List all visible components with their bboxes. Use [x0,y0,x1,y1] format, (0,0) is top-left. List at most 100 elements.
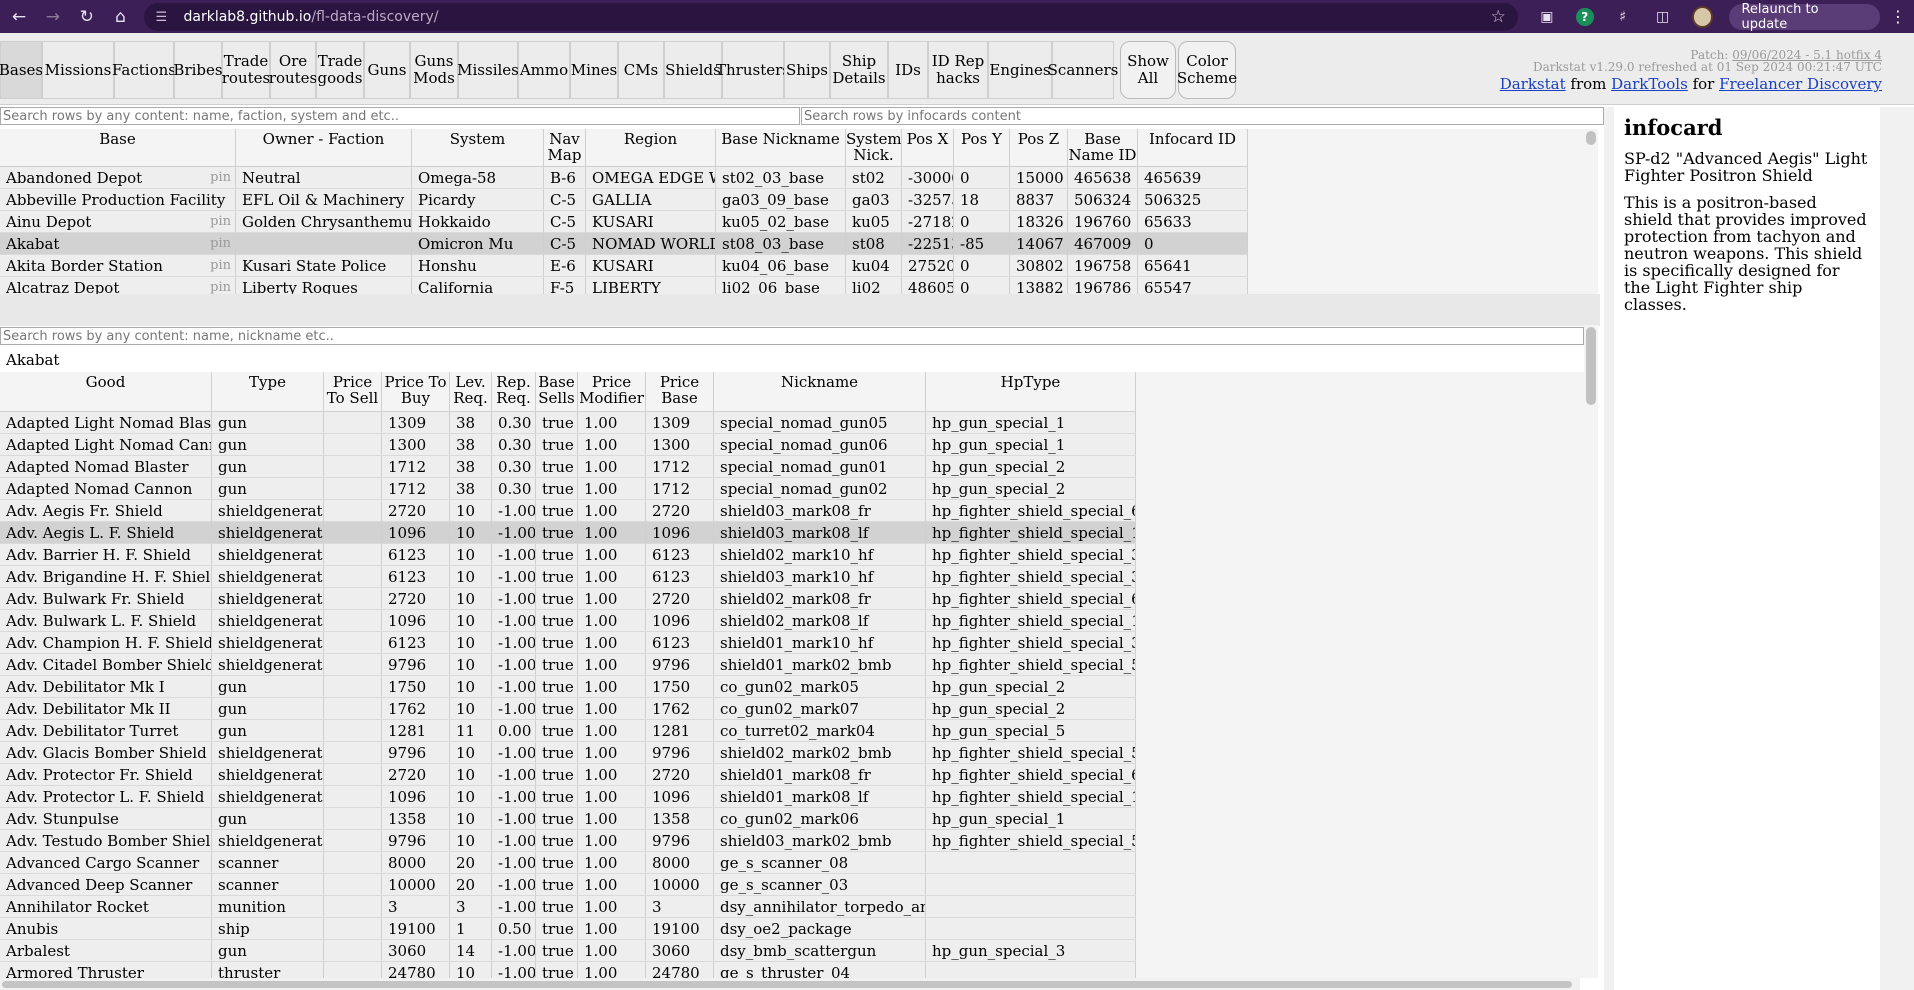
profile-avatar[interactable] [1691,5,1714,28]
tab-ammo[interactable]: Ammo [518,41,570,99]
pin-button[interactable]: pin [210,255,235,276]
table-row[interactable]: Abbeville Production Facilitypin EFL Oil … [0,189,1248,211]
tab-thrusters[interactable]: Thrusters [716,41,790,99]
tab-shields[interactable]: Shields [664,41,722,99]
table-row[interactable]: Adapted Light Nomad Blaster gun 1309 38 0.30… [0,412,1136,434]
column-header[interactable]: Price Modifier [578,372,646,411]
table-row[interactable]: Arbalest gun 3060 14 -1.00 true 1.00 3060 dsy_bm… [0,940,1136,962]
table-row[interactable]: Advanced Cargo Scanner scanner 8000 20 -1.00… [0,852,1136,874]
pin-button[interactable]: pin [210,277,235,294]
tab-trade-routes[interactable]: Trade routes [222,41,270,99]
back-icon[interactable]: ← [4,2,34,32]
table-row[interactable]: Adv. Brigandine H. F. Shield shieldgenera… [0,566,1136,588]
bases-scrollbar[interactable] [1584,129,1598,294]
table-row[interactable]: Adv. Testudo Bomber Shield shieldgenerato… [0,830,1136,852]
table-row[interactable]: Adv. Champion H. F. Shield shieldgenerato… [0,632,1136,654]
column-header[interactable]: Price Base [646,372,714,411]
help-extension-icon[interactable]: ? [1575,7,1594,26]
pin-button[interactable]: pin [210,167,235,188]
darkstat-link[interactable]: Darkstat [1500,75,1566,93]
tab-mines[interactable]: Mines [570,41,618,99]
cast-icon[interactable]: ▣ [1536,6,1558,28]
table-row[interactable]: Abandoned Depot pin Neutral Omega-58 B-6 OMEG… [0,167,1248,189]
address-bar[interactable]: ☰ darklab8.github.io/fl-data-discovery/ … [143,2,1518,31]
bases-search-input[interactable]: Search rows by any content: name, factio… [0,107,800,125]
freelancer-discovery-link[interactable]: Freelancer Discovery [1719,75,1882,93]
pin-button[interactable]: pin [210,233,235,254]
table-row[interactable]: Adv. Bulwark L. F. Shield shieldgenerator… [0,610,1136,632]
panel-splitter[interactable] [0,294,1600,326]
column-header[interactable]: Pos Y [954,129,1010,166]
column-header[interactable]: Pos Z [1010,129,1068,166]
table-row[interactable]: Adapted Nomad Cannon gun 1712 38 0.30 true 1.0… [0,478,1136,500]
market-scrollbar[interactable] [1584,325,1598,978]
tab-ids[interactable]: IDs [888,41,928,99]
infocard-search-input[interactable]: Search rows by infocards content [801,107,1604,125]
market-search-input[interactable]: Search rows by any content: name, nickna… [0,327,1584,345]
color-scheme-button[interactable]: Color Scheme [1177,41,1237,99]
tab-scanners[interactable]: Scanners [1048,41,1118,99]
column-header[interactable]: Price To Sell [324,372,382,411]
tab-bribes[interactable]: Bribes [173,41,223,99]
column-header[interactable]: HpType [926,372,1136,411]
table-row[interactable]: Ainu Depot pin Golden Chrysanthemums Hokkai… [0,211,1248,233]
column-header[interactable]: Base Nickname [716,129,846,166]
tab-ship-details[interactable]: Ship Details [830,41,888,99]
table-row[interactable]: Adv. Glacis Bomber Shield shieldgenerator… [0,742,1136,764]
tab-missions[interactable]: Missions [42,41,114,99]
tab-engines[interactable]: Engines [988,41,1052,99]
table-row[interactable]: Adv. Aegis L. F. Shield shieldgenerator 10… [0,522,1136,544]
table-row[interactable]: Adv. Debilitator Turret gun 1281 11 0.00 true… [0,720,1136,742]
tab-ore-routes[interactable]: Ore routes [269,41,317,99]
table-row[interactable]: Adv. Protector Fr. Shield shieldgenerator… [0,764,1136,786]
menu-kebab-icon[interactable]: ⋮ [1890,7,1906,26]
column-header[interactable]: Base [0,129,236,166]
bases-scroll-thumb[interactable] [1586,131,1596,145]
market-scroll-thumb[interactable] [1586,327,1596,405]
table-row[interactable]: Adv. Citadel Bomber Shield shieldgenerato… [0,654,1136,676]
table-row[interactable]: Adv. Bulwark Fr. Shield shieldgenerator 27… [0,588,1136,610]
column-header[interactable]: Pos X [902,129,954,166]
column-header[interactable]: Type [212,372,324,411]
column-header[interactable]: System [412,129,544,166]
table-row[interactable]: Adv. Debilitator Mk I gun 1750 10 -1.00 true 1… [0,676,1136,698]
table-row[interactable]: Anubis ship 19100 1 0.50 true 1.00 19100 dsy_oe2… [0,918,1136,940]
tab-factions[interactable]: Factions [112,41,176,99]
column-header[interactable]: Base Sells [536,372,578,411]
table-row[interactable]: Adv. Debilitator Mk II gun 1762 10 -1.00 true… [0,698,1136,720]
tab-bases[interactable]: Bases [0,41,43,99]
table-row[interactable]: Adv. Aegis Fr. Shield shieldgenerator 2720… [0,500,1136,522]
column-header[interactable]: Nav Map [544,129,586,166]
darktools-link[interactable]: DarkTools [1611,75,1688,93]
table-row[interactable]: Advanced Deep Scanner scanner 10000 20 -1.00… [0,874,1136,896]
home-icon[interactable]: ⌂ [106,2,136,32]
table-row[interactable]: Adv. Stunpulse gun 1358 10 -1.00 true 1.00 1358… [0,808,1136,830]
tab-trade-goods[interactable]: Trade goods [316,41,364,99]
table-row[interactable]: Akabat pin Omicron Mu C-5 NOMAD WORLDS st08_0… [0,233,1248,255]
table-row[interactable]: Adapted Nomad Blaster gun 1712 38 0.30 true 1.… [0,456,1136,478]
column-header[interactable]: Lev. Req. [450,372,492,411]
table-row[interactable]: Annihilator Rocket munition 3 3 -1.00 true 1.0… [0,896,1136,918]
horizontal-scroll-thumb[interactable] [2,981,1572,988]
column-header[interactable]: Nickname [714,372,926,411]
column-header[interactable]: Infocard ID [1138,129,1248,166]
tab-guns[interactable]: Guns [364,41,410,99]
column-header[interactable]: System Nick. [846,129,902,166]
table-row[interactable]: Armored Thruster thruster 24780 10 -1.00 true… [0,962,1136,978]
extensions-puzzle-icon[interactable]: ♯ [1612,6,1634,28]
side-panel-icon[interactable]: ◫ [1652,6,1674,28]
table-row[interactable]: Adapted Light Nomad Cannon gun 1300 38 0.30 t… [0,434,1136,456]
table-row[interactable]: Adv. Protector L. F. Shield shieldgenerat… [0,786,1136,808]
horizontal-scrollbar[interactable] [0,978,1580,990]
table-row[interactable]: Akita Border Station pin Kusari State Poli… [0,255,1248,277]
table-row[interactable]: Adv. Barrier H. F. Shield shieldgenerator… [0,544,1136,566]
tab-ships[interactable]: Ships [784,41,830,99]
tab-id-rep-hacks[interactable]: ID Rep hacks [928,41,988,99]
column-header[interactable]: Base Name ID [1068,129,1138,166]
column-header[interactable]: Region [586,129,716,166]
site-info-icon[interactable]: ☰ [156,10,172,25]
tab-cms[interactable]: CMs [618,41,664,99]
show-all-button[interactable]: Show All [1120,41,1176,99]
column-header[interactable]: Good [0,372,212,411]
tab-guns-mods[interactable]: Guns Mods [410,41,458,99]
